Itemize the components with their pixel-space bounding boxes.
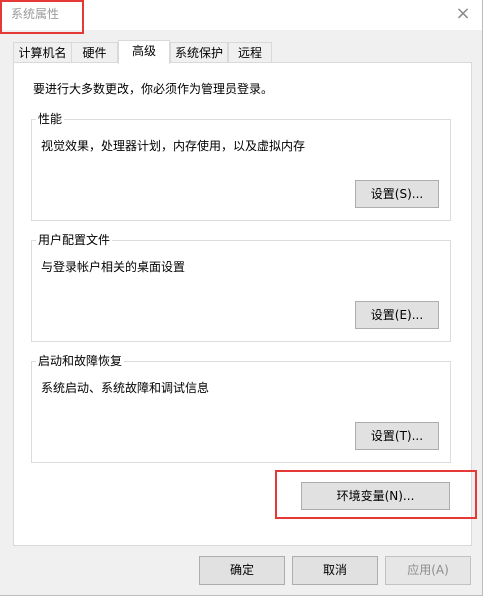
tab-system-protection[interactable]: 系统保护 (170, 42, 228, 62)
performance-group: 性能 视觉效果，处理器计划，内存使用，以及虚拟内存 设置(S)... (31, 111, 451, 221)
startup-recovery-group-title: 启动和故障恢复 (36, 353, 125, 369)
window-title: 系统属性 (11, 7, 60, 21)
performance-description: 视觉效果，处理器计划，内存使用，以及虚拟内存 (41, 139, 306, 153)
user-profiles-settings-button[interactable]: 设置(E)... (355, 301, 439, 329)
tab-hardware[interactable]: 硬件 (71, 42, 118, 62)
cancel-button[interactable]: 取消 (292, 556, 378, 585)
title-bar: 系统属性 × (0, 0, 482, 30)
apply-button[interactable]: 应用(A) (385, 556, 471, 585)
user-profiles-description: 与登录帐户相关的桌面设置 (41, 260, 186, 274)
system-properties-window: 系统属性 × 计算机名 硬件 高级 系统保护 远程 要进行大多数更改，你必须作为… (0, 0, 483, 596)
startup-recovery-group: 启动和故障恢复 系统启动、系统故障和调试信息 设置(T)... (31, 353, 451, 463)
advanced-tab-panel: 要进行大多数更改，你必须作为管理员登录。 性能 视觉效果，处理器计划，内存使用，… (13, 62, 472, 546)
tab-strip: 计算机名 硬件 高级 系统保护 远程 (13, 40, 473, 64)
ok-button[interactable]: 确定 (199, 556, 285, 585)
tab-computer-name[interactable]: 计算机名 (13, 42, 72, 62)
close-icon[interactable]: × (452, 4, 474, 24)
tab-advanced[interactable]: 高级 (118, 40, 170, 64)
user-profiles-group-title: 用户配置文件 (36, 232, 113, 248)
tab-remote[interactable]: 远程 (228, 42, 272, 62)
admin-notice: 要进行大多数更改，你必须作为管理员登录。 (33, 82, 274, 96)
environment-variables-button[interactable]: 环境变量(N)... (301, 482, 450, 510)
performance-settings-button[interactable]: 设置(S)... (355, 180, 439, 208)
startup-recovery-description: 系统启动、系统故障和调试信息 (41, 381, 210, 395)
user-profiles-group: 用户配置文件 与登录帐户相关的桌面设置 设置(E)... (31, 232, 451, 342)
performance-group-title: 性能 (36, 111, 65, 127)
startup-recovery-settings-button[interactable]: 设置(T)... (355, 422, 439, 450)
